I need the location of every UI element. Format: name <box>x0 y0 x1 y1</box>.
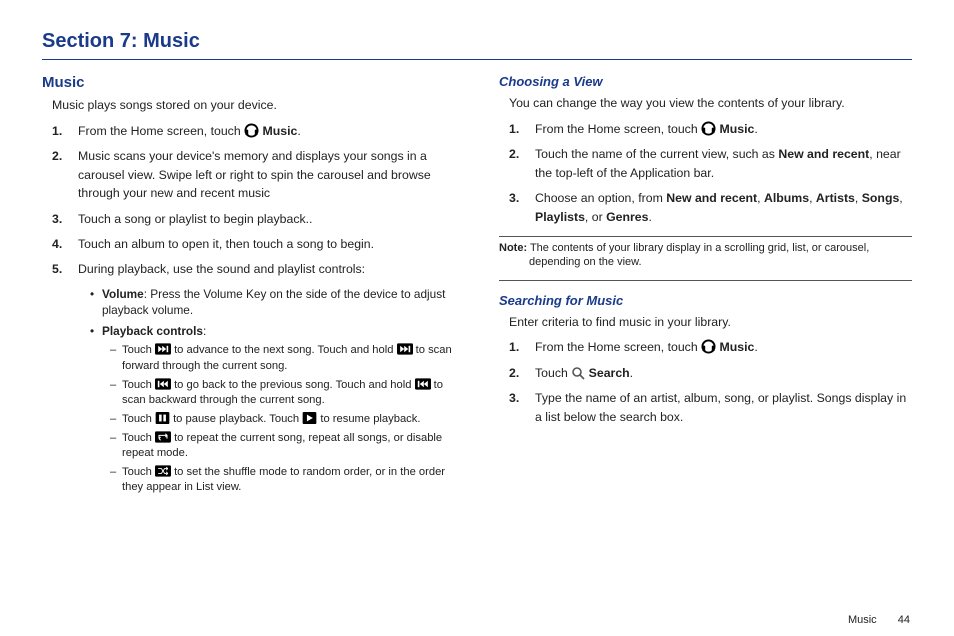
text: From the Home screen, touch <box>535 340 701 354</box>
text: Touch <box>122 379 155 391</box>
repeat-icon <box>155 431 171 443</box>
bold: Songs <box>862 191 900 205</box>
volume-bullet: Volume: Press the Volume Key on the side… <box>90 286 455 319</box>
playback-dashes: Touch to advance to the next song. Touch… <box>102 343 455 495</box>
page-number: 44 <box>898 614 910 626</box>
text: From the Home screen, touch <box>78 124 244 138</box>
play-icon <box>302 412 317 424</box>
bold: Artists <box>816 191 855 205</box>
text: . <box>648 210 651 224</box>
step-2: Music scans your device's memory and dis… <box>52 147 455 202</box>
text: Touch <box>122 413 155 425</box>
text: Touch <box>122 466 155 478</box>
text: to resume playback. <box>317 413 420 425</box>
view-steps: From the Home screen, touch Music. Touch… <box>499 120 912 226</box>
playback-controls-bullet: Playback controls: Touch to advance to t… <box>90 323 455 496</box>
page-footer: Music 44 <box>848 614 910 626</box>
headphones-icon <box>701 121 716 136</box>
searching-heading: Searching for Music <box>499 293 912 308</box>
note: Note: The contents of your library displ… <box>499 241 912 270</box>
text: . <box>297 124 300 138</box>
text: , <box>899 191 902 205</box>
section-rule <box>42 59 912 60</box>
note-text: The contents of your library display in … <box>527 242 869 268</box>
bold: New and recent <box>666 191 757 205</box>
volume-label: Volume <box>102 287 144 301</box>
text: to set the shuffle mode to random order,… <box>122 466 445 493</box>
section-title: Section 7: Music <box>42 20 912 59</box>
text: , <box>855 191 862 205</box>
next-icon <box>155 343 171 355</box>
music-label: Music <box>716 340 754 354</box>
shuffle-icon <box>155 465 171 477</box>
text: : Press the Volume Key on the side of th… <box>102 287 445 318</box>
view-intro: You can change the way you view the cont… <box>499 95 912 113</box>
bold: Playlists <box>535 210 585 224</box>
note-label: Note: <box>499 242 527 254</box>
search-step-3: Type the name of an artist, album, song,… <box>509 389 912 426</box>
text: to pause playback. Touch <box>170 413 302 425</box>
view-step-1: From the Home screen, touch Music. <box>509 120 912 138</box>
text: to repeat the current song, repeat all s… <box>122 432 442 459</box>
step-3: Touch a song or playlist to begin playba… <box>52 210 455 228</box>
prev-icon <box>155 378 171 390</box>
right-column: Choosing a View You can change the way y… <box>499 74 912 499</box>
control-bullets: Volume: Press the Volume Key on the side… <box>42 286 455 496</box>
text: Touch the name of the current view, such… <box>535 147 778 161</box>
next-icon <box>397 343 413 355</box>
note-rule-bottom <box>499 280 912 281</box>
text: Touch <box>122 344 155 356</box>
prev-icon <box>415 378 431 390</box>
text: . <box>630 366 633 380</box>
text: : <box>203 324 206 338</box>
pc-label: Playback controls <box>102 324 203 338</box>
text: , <box>757 191 764 205</box>
note-rule-top <box>499 236 912 237</box>
dash-repeat: Touch to repeat the current song, repeat… <box>110 431 455 461</box>
search-label: Search <box>585 366 629 380</box>
footer-label: Music <box>848 614 877 626</box>
text: Touch <box>535 366 571 380</box>
text: From the Home screen, touch <box>535 122 701 136</box>
dash-prev: Touch to go back to the previous song. T… <box>110 378 455 408</box>
bold: Genres <box>606 210 648 224</box>
headphones-icon <box>701 339 716 354</box>
search-step-2: Touch Search. <box>509 364 912 382</box>
dash-pause: Touch to pause playback. Touch to resume… <box>110 412 455 427</box>
bold: New and recent <box>778 147 869 161</box>
search-steps: From the Home screen, touch Music. Touch… <box>499 338 912 426</box>
text: , <box>809 191 816 205</box>
text: to advance to the next song. Touch and h… <box>171 344 397 356</box>
headphones-icon <box>244 123 259 138</box>
view-step-3: Choose an option, from New and recent, A… <box>509 189 912 226</box>
music-label: Music <box>259 124 297 138</box>
search-intro: Enter criteria to find music in your lib… <box>499 314 912 332</box>
left-column: Music Music plays songs stored on your d… <box>42 74 455 499</box>
step-5: During playback, use the sound and playl… <box>52 260 455 278</box>
step-1: From the Home screen, touch Music. <box>52 122 455 140</box>
text: , or <box>585 210 606 224</box>
dash-next: Touch to advance to the next song. Touch… <box>110 343 455 373</box>
dash-shuffle: Touch to set the shuffle mode to random … <box>110 465 455 495</box>
view-step-2: Touch the name of the current view, such… <box>509 145 912 182</box>
text: to go back to the previous song. Touch a… <box>171 379 415 391</box>
step-4: Touch an album to open it, then touch a … <box>52 235 455 253</box>
search-icon <box>571 366 585 380</box>
pause-icon <box>155 412 170 424</box>
music-intro: Music plays songs stored on your device. <box>42 97 455 115</box>
text: Touch <box>122 432 155 444</box>
bold: Albums <box>764 191 809 205</box>
text: . <box>754 340 757 354</box>
text: Choose an option, from <box>535 191 666 205</box>
text: . <box>754 122 757 136</box>
choosing-view-heading: Choosing a View <box>499 74 912 89</box>
music-steps: From the Home screen, touch Music. Music… <box>42 122 455 279</box>
search-step-1: From the Home screen, touch Music. <box>509 338 912 356</box>
music-label: Music <box>716 122 754 136</box>
music-heading: Music <box>42 74 455 91</box>
